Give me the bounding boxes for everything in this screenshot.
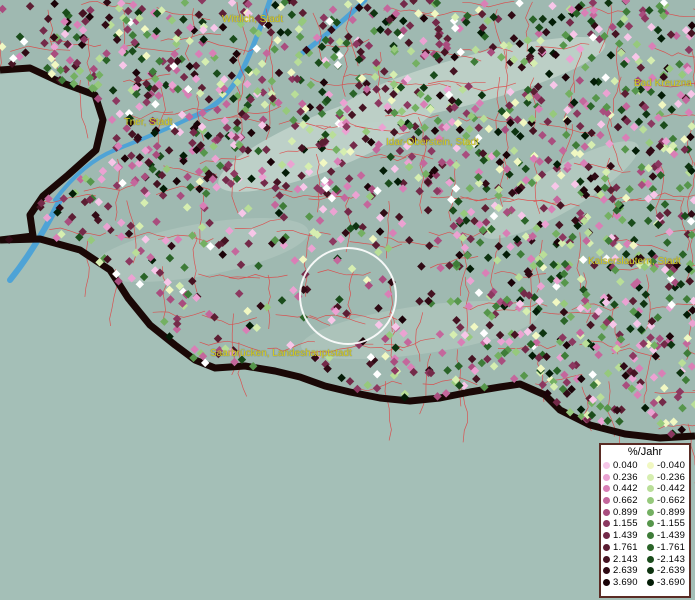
- legend-value-positive: 1.761: [613, 541, 638, 553]
- legend-swatch-negative: [647, 532, 654, 540]
- legend-swatch-negative: [647, 508, 654, 516]
- legend-value-negative: -2.639: [657, 565, 686, 577]
- legend-swatch-negative: [647, 567, 654, 575]
- city-label-bad-kreuznach: Bad Kreuzna: [634, 78, 692, 89]
- legend-row: 1.439 -1.439: [601, 530, 689, 542]
- legend-value-positive: 0.040: [613, 460, 638, 471]
- legend-row: 0.040 -0.040: [601, 460, 689, 472]
- legend-swatch-positive: [603, 473, 610, 481]
- legend-title: %/Jahr: [627, 446, 663, 458]
- legend-value-negative: -0.899: [657, 506, 686, 518]
- legend-swatch-positive: [603, 555, 610, 563]
- legend-swatch-positive: [603, 578, 610, 586]
- legend-value-positive: 0.662: [613, 495, 638, 507]
- city-label-kaiserslautern: Kaiserslautern, Stadt: [588, 256, 681, 267]
- legend-value-positive: 0.899: [613, 506, 638, 518]
- legend-value-negative: -0.442: [657, 483, 686, 495]
- legend-row: 1.155 -1.155: [601, 518, 689, 530]
- legend-value-positive: 1.439: [613, 530, 638, 542]
- legend-row: 2.639 -2.639: [601, 565, 689, 577]
- legend-swatch-negative: [647, 497, 654, 505]
- legend: %/Jahr 0.040 -0.040 0.236 -0.236 0.442 -0.442…: [599, 443, 691, 598]
- legend-swatch-negative: [647, 543, 654, 551]
- legend-swatch-negative: [647, 473, 654, 481]
- legend-value-negative: -2.143: [657, 553, 686, 565]
- legend-row: 2.143 -2.143: [601, 554, 689, 566]
- legend-value-positive: 3.690: [613, 576, 638, 588]
- legend-value-positive: 0.442: [613, 483, 638, 495]
- legend-swatch-negative: [647, 520, 654, 528]
- legend-value-negative: -1.155: [657, 518, 686, 530]
- legend-value-negative: -0.236: [657, 471, 686, 483]
- city-label-wittlich: Wittlich, Stadt: [222, 14, 284, 25]
- legend-value-negative: -1.761: [657, 541, 686, 553]
- city-label-saarbruecken: Saarbrücken, Landeshauptstadt: [210, 348, 352, 359]
- legend-value-negative: -0.040: [657, 460, 686, 471]
- legend-value-negative: -1.439: [657, 530, 686, 542]
- legend-value-positive: 1.155: [613, 518, 638, 530]
- legend-row: 3.690 -3.690: [601, 577, 689, 589]
- legend-row: 1.761 -1.761: [601, 542, 689, 554]
- legend-swatch-positive: [603, 532, 610, 540]
- legend-swatch-negative: [647, 555, 654, 563]
- city-label-trier: Trier, Stadt: [124, 117, 173, 128]
- legend-swatch-positive: [603, 520, 610, 528]
- legend-swatch-positive: [603, 485, 610, 493]
- legend-swatch-positive: [603, 567, 610, 575]
- legend-row: 0.662 -0.662: [601, 495, 689, 507]
- legend-value-negative: -3.690: [657, 576, 686, 588]
- legend-value-positive: 0.236: [613, 471, 638, 483]
- legend-row: 0.442 -0.442: [601, 483, 689, 495]
- legend-swatch-negative: [647, 462, 654, 469]
- legend-swatch-positive: [603, 497, 610, 505]
- legend-rows: 0.040 -0.040 0.236 -0.236 0.442 -0.442 0.662 -0…: [601, 460, 689, 589]
- legend-value-negative: -0.662: [657, 495, 686, 507]
- legend-value-positive: 2.639: [613, 565, 638, 577]
- legend-swatch-positive: [603, 462, 610, 469]
- legend-row: 0.236 -0.236: [601, 472, 689, 484]
- city-label-idar-oberstein: Idar-Oberstein, Stadt: [386, 137, 479, 148]
- legend-swatch-positive: [603, 543, 610, 551]
- legend-swatch-negative: [647, 578, 654, 586]
- map-canvas[interactable]: Wittlich, Stadt Trier, Stadt Idar-Oberst…: [0, 0, 695, 600]
- map-layer: [0, 0, 695, 600]
- legend-value-positive: 2.143: [613, 553, 638, 565]
- legend-row: 0.899 -0.899: [601, 507, 689, 519]
- legend-swatch-negative: [647, 485, 654, 493]
- legend-swatch-positive: [603, 508, 610, 516]
